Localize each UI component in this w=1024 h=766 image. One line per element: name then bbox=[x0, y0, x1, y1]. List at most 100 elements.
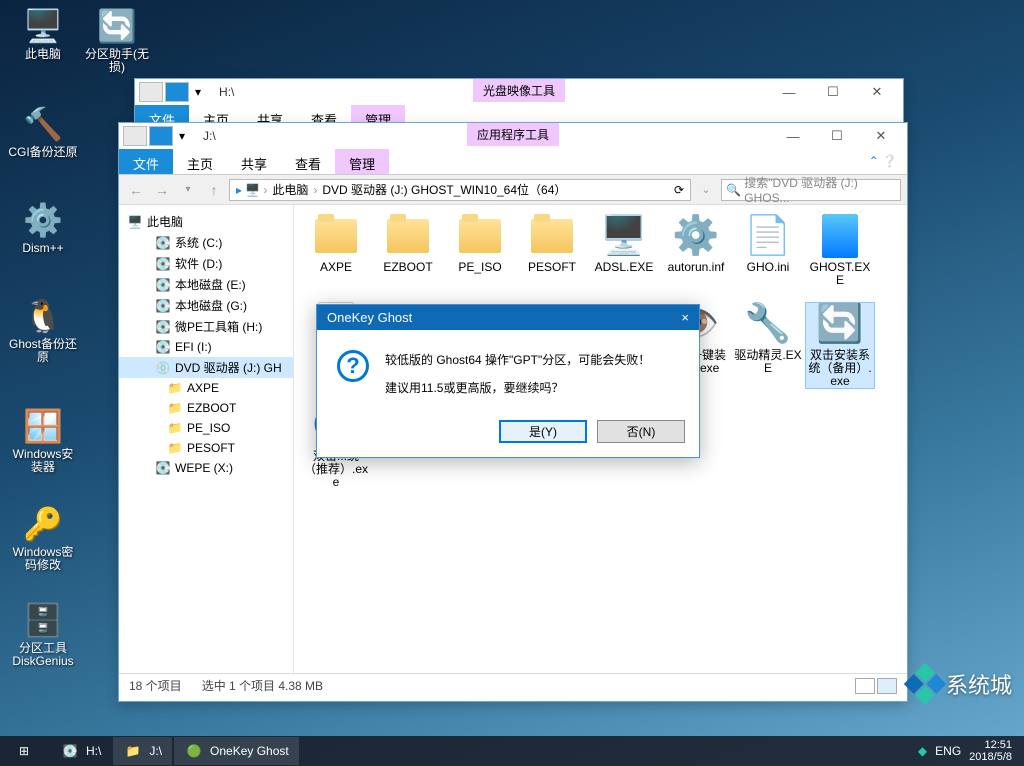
question-icon: ? bbox=[337, 350, 369, 382]
exe-icon: 🔄 bbox=[816, 303, 864, 345]
view-icons-button[interactable] bbox=[877, 678, 897, 694]
desktop-icon-partition[interactable]: 🔄分区助手(无损) bbox=[82, 6, 152, 74]
desktop-icon-pwd[interactable]: 🔑Windows密码修改 bbox=[8, 504, 78, 572]
nav-back-button[interactable]: ← bbox=[125, 179, 147, 201]
search-input[interactable]: 🔍 搜索"DVD 驱动器 (J:) GHOS... bbox=[721, 179, 901, 201]
file-item[interactable]: ⚙️autorun.inf bbox=[662, 215, 730, 287]
language-indicator[interactable]: ENG bbox=[935, 744, 961, 758]
qat-btn[interactable] bbox=[149, 126, 173, 146]
nav-forward-button[interactable]: → bbox=[151, 179, 173, 201]
tree-item[interactable]: 💽WEPE (X:) bbox=[119, 458, 293, 478]
qat-btn[interactable] bbox=[139, 82, 163, 102]
search-placeholder: 搜索"DVD 驱动器 (J:) GHOS... bbox=[744, 174, 896, 205]
close-button[interactable]: ✕ bbox=[855, 79, 899, 105]
file-item[interactable]: PE_ISO bbox=[446, 215, 514, 287]
taskbar-item[interactable]: 💽H:\ bbox=[50, 737, 111, 765]
tree-item[interactable]: 📁EZBOOT bbox=[119, 398, 293, 418]
file-item[interactable]: 📄GHO.ini bbox=[734, 215, 802, 287]
nav-up-button[interactable]: ↑ bbox=[203, 179, 225, 201]
taskbar-item[interactable]: 📁J:\ bbox=[113, 737, 172, 765]
app-icon: 🟢 bbox=[184, 741, 204, 761]
file-label: PESOFT bbox=[518, 261, 586, 274]
refresh-icon[interactable]: ⟳ bbox=[674, 183, 684, 197]
file-item[interactable]: AXPE bbox=[302, 215, 370, 287]
watermark-logo: 系统城 bbox=[910, 668, 1012, 700]
desktop-icon-dism[interactable]: ⚙️Dism++ bbox=[8, 200, 78, 255]
pc-icon: 🖥️ bbox=[23, 6, 63, 46]
file-item[interactable]: 🔧驱动精灵.EXE bbox=[734, 303, 802, 388]
nav-tree: 🖥️此电脑 💽系统 (C:) 💽软件 (D:) 💽本地磁盘 (E:) 💽本地磁盘… bbox=[119, 205, 294, 673]
address-bar: ← → ▾ ↑ ▸ 🖥️› 此电脑› DVD 驱动器 (J:) GHOST_WI… bbox=[119, 175, 907, 205]
file-label: EZBOOT bbox=[374, 261, 442, 274]
file-label: GHOST.EXE bbox=[806, 261, 874, 287]
ribbon-tab-home[interactable]: 主页 bbox=[173, 149, 227, 174]
ribbon-tab-manage[interactable]: 管理 bbox=[335, 149, 389, 174]
ribbon-tab-share[interactable]: 共享 bbox=[227, 149, 281, 174]
tree-item[interactable]: 💽 EFI (I:) bbox=[119, 337, 293, 357]
ribbon: 文件 主页 共享 查看 管理 ⌃ ❔ bbox=[119, 149, 907, 175]
qat-btn[interactable] bbox=[165, 82, 189, 102]
tree-root[interactable]: 🖥️此电脑 bbox=[119, 211, 293, 232]
yes-button[interactable]: 是(Y) bbox=[499, 420, 587, 443]
start-button[interactable]: ⊞ bbox=[4, 737, 48, 765]
breadcrumb[interactable]: ▸ 🖥️› 此电脑› DVD 驱动器 (J:) GHOST_WIN10_64位（… bbox=[229, 179, 691, 201]
view-details-button[interactable] bbox=[855, 678, 875, 694]
tree-item[interactable]: 📁PE_ISO bbox=[119, 418, 293, 438]
ribbon-help-icon[interactable]: ⌃ ❔ bbox=[859, 149, 907, 174]
desktop-icon-ghost[interactable]: 🐧Ghost备份还原 bbox=[8, 296, 78, 364]
tree-item[interactable]: 💽微PE工具箱 (H:) bbox=[119, 316, 293, 337]
breadcrumb-seg[interactable]: 此电脑 bbox=[270, 181, 310, 198]
file-item[interactable]: 🖥️ADSL.EXE bbox=[590, 215, 658, 287]
dialog-text: 较低版的 Ghost64 操作"GPT"分区，可能会失败！ 建议用11.5或更高… bbox=[385, 350, 650, 398]
dropdown-icon[interactable]: ⌄ bbox=[695, 179, 717, 201]
desktop-icon-wininstall[interactable]: 🪟Windows安装器 bbox=[8, 406, 78, 474]
minimize-button[interactable]: — bbox=[771, 123, 815, 149]
desktop-icon-cgi[interactable]: 🔨CGI备份还原 bbox=[8, 104, 78, 159]
file-label: 双击安装系统（备用）.exe bbox=[806, 349, 874, 388]
ribbon-tab-view[interactable]: 查看 bbox=[281, 149, 335, 174]
tree-label: DVD 驱动器 (J:) GH bbox=[175, 359, 282, 376]
maximize-button[interactable]: ☐ bbox=[815, 123, 859, 149]
clock-time: 12:51 bbox=[969, 739, 1012, 751]
file-item-selected[interactable]: 🔄 双击安装系统（备用）.exe bbox=[806, 303, 874, 388]
tree-item-selected[interactable]: 💿DVD 驱动器 (J:) GH bbox=[119, 357, 293, 378]
context-tab: 应用程序工具 bbox=[467, 123, 559, 146]
qat-btn[interactable] bbox=[123, 126, 147, 146]
tree-item[interactable]: 💽本地磁盘 (E:) bbox=[119, 274, 293, 295]
file-item[interactable]: GHOST.EXE bbox=[806, 215, 874, 287]
dvd-icon: 💿 bbox=[155, 360, 171, 376]
folder-icon bbox=[531, 219, 573, 253]
close-button[interactable]: ✕ bbox=[859, 123, 903, 149]
tree-item[interactable]: 💽本地磁盘 (G:) bbox=[119, 295, 293, 316]
folder-icon: 📁 bbox=[167, 420, 183, 436]
file-item[interactable]: EZBOOT bbox=[374, 215, 442, 287]
ribbon-tab-file[interactable]: 文件 bbox=[119, 149, 173, 174]
dialog-close-button[interactable]: × bbox=[681, 310, 689, 325]
tray-icon[interactable]: ◆ bbox=[918, 744, 927, 758]
file-item[interactable]: PESOFT bbox=[518, 215, 586, 287]
windows-icon: 🪟 bbox=[23, 406, 63, 446]
windows-icon: ⊞ bbox=[14, 741, 34, 761]
partition-icon: 🔄 bbox=[97, 6, 137, 46]
status-bar: 18 个项目 选中 1 个项目 4.38 MB bbox=[119, 673, 907, 697]
nav-history-button[interactable]: ▾ bbox=[177, 179, 199, 201]
desktop-icon-thispc[interactable]: 🖥️此电脑 bbox=[8, 6, 78, 61]
tree-item[interactable]: 💽软件 (D:) bbox=[119, 253, 293, 274]
tree-item[interactable]: 💽系统 (C:) bbox=[119, 232, 293, 253]
exe-icon: 🔧 bbox=[744, 303, 792, 345]
maximize-button[interactable]: ☐ bbox=[811, 79, 855, 105]
taskbar-item[interactable]: 🟢OneKey Ghost bbox=[174, 737, 299, 765]
tree-item[interactable]: 📁AXPE bbox=[119, 378, 293, 398]
clock[interactable]: 12:51 2018/5/8 bbox=[969, 739, 1012, 763]
tree-label: EFI (I:) bbox=[175, 340, 212, 354]
no-button[interactable]: 否(N) bbox=[597, 420, 685, 443]
pc-icon: 🖥️ bbox=[127, 214, 143, 230]
minimize-button[interactable]: — bbox=[767, 79, 811, 105]
desktop-icon-diskgenius[interactable]: 🗄️分区工具DiskGenius bbox=[8, 600, 78, 668]
breadcrumb-seg[interactable]: DVD 驱动器 (J:) GHOST_WIN10_64位（64） bbox=[320, 181, 568, 198]
folder-icon bbox=[387, 219, 429, 253]
tree-label: 系统 (C:) bbox=[175, 234, 222, 251]
folder-icon: 📁 bbox=[123, 741, 143, 761]
drive-icon: 💽 bbox=[155, 339, 171, 355]
tree-item[interactable]: 📁PESOFT bbox=[119, 438, 293, 458]
